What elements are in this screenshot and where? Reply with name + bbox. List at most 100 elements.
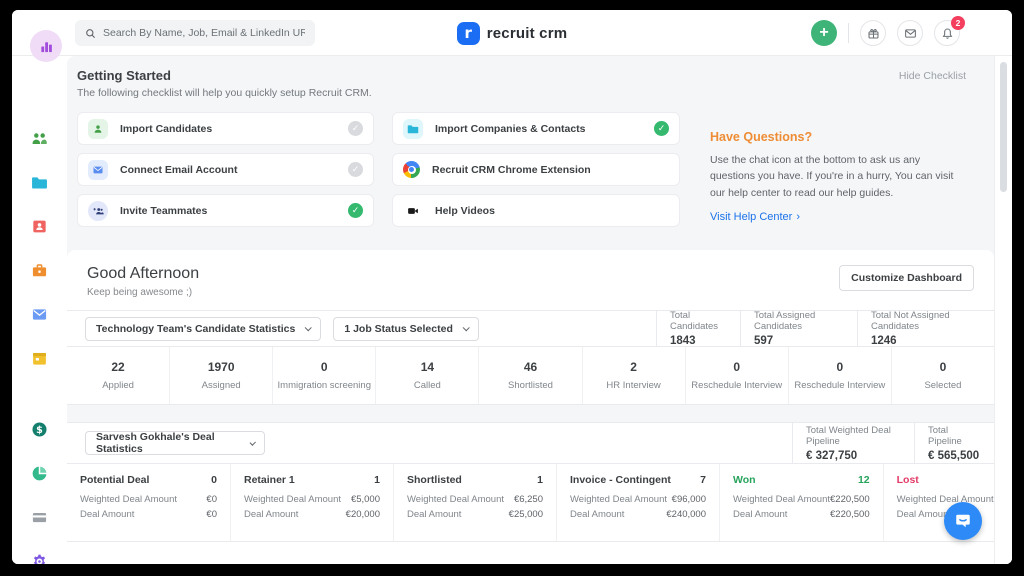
sidebar-item-dashboard[interactable] [30,30,62,62]
checklist-item-help-videos[interactable]: Help Videos [392,194,680,227]
sidebar-item-companies[interactable] [31,174,48,191]
have-questions-title: Have Questions? [710,130,966,144]
stage-tile-hr-interview[interactable]: 2HR Interview [582,347,685,404]
stage-tile-called[interactable]: 14Called [375,347,478,404]
checklist-item-import-companies[interactable]: Import Companies & Contacts ✓ [392,112,680,145]
chat-bubble-icon [954,512,972,530]
notification-badge: 2 [951,16,965,30]
dropdown-label: Sarvesh Gokhale's Deal Statistics [96,431,240,455]
video-camera-icon [407,205,419,217]
deal-card-retainer[interactable]: Retainer 11 Weighted Deal Amount€5,000 D… [230,464,393,541]
checklist-item-connect-email[interactable]: Connect Email Account ✓ [77,153,374,186]
pie-chart-icon [31,465,48,482]
total-not-assigned-candidates-cell: Total Not Assigned Candidates 1246 [857,311,994,346]
greeting-subtext: Keep being awesome ;) [87,287,199,298]
hide-checklist-link[interactable]: Hide Checklist [899,68,994,99]
chevron-down-icon [463,324,470,331]
calendar-icon [31,350,48,367]
sidebar-item-candidates[interactable] [31,130,48,147]
sidebar-item-emails[interactable] [31,306,48,323]
candidate-stats-filter-dropdown[interactable]: Technology Team's Candidate Statistics [85,317,321,341]
checklist-item-label: Recruit CRM Chrome Extension [432,164,591,176]
total-pipeline-cell: Total Pipeline € 565,500 [914,423,994,463]
getting-started-title: Getting Started [77,68,899,83]
total-weighted-pipeline-cell: Total Weighted Deal Pipeline € 327,750 [792,423,914,463]
rewards-button[interactable] [860,20,886,46]
notifications-button[interactable]: 2 [934,20,960,46]
greeting-title: Good Afternoon [87,265,199,283]
have-questions-body: Use the chat icon at the bottom to ask u… [710,152,966,201]
deal-card-shortlisted[interactable]: Shortlisted1 Weighted Deal Amount€6,250 … [393,464,556,541]
sidebar-item-contacts[interactable] [31,218,48,235]
bar-chart-icon [39,39,54,54]
chat-widget-button[interactable] [944,502,982,540]
checklist-item-chrome-extension[interactable]: Recruit CRM Chrome Extension [392,153,680,186]
dashboard-sheet: Good Afternoon Keep being awesome ;) Cus… [67,250,994,564]
mail-icon [92,164,104,176]
stage-tile-reschedule-interview-2[interactable]: 0Reschedule Interview [788,347,891,404]
left-sidebar: $ [12,56,67,564]
deal-cards-row: Potential Deal0 Weighted Deal Amount€0 D… [67,464,994,541]
sidebar-item-settings[interactable] [31,553,48,564]
stage-tile-applied[interactable]: 22Applied [67,347,169,404]
checklist-item-invite-teammates[interactable]: Invite Teammates ✓ [77,194,374,227]
checklist-item-label: Import Candidates [120,123,212,135]
deal-card-won[interactable]: Won12 Weighted Deal Amount€220,500 Deal … [719,464,883,541]
people-icon [31,130,48,147]
chevron-down-icon [249,439,256,446]
section-gap [67,405,994,422]
folder-icon [31,174,48,191]
person-icon [92,123,104,135]
scrollbar-track[interactable] [994,56,1012,564]
bell-icon [941,27,954,40]
stage-tile-selected[interactable]: 0Selected [891,347,994,404]
dropdown-label: Technology Team's Candidate Statistics [96,323,295,335]
have-questions-panel: Have Questions? Use the chat icon at the… [680,112,994,235]
envelope-icon [31,306,48,323]
scrollbar-thumb[interactable] [1000,62,1007,192]
add-people-icon [92,205,104,217]
main-content: Getting Started The following checklist … [67,56,1012,564]
sidebar-item-jobs[interactable] [31,262,48,279]
deal-card-invoice-contingent[interactable]: Invoice - Contingent7 Weighted Deal Amou… [556,464,719,541]
deal-stats-filter-dropdown[interactable]: Sarvesh Gokhale's Deal Statistics [85,431,265,455]
check-circle-icon: ✓ [348,162,363,177]
deal-card-potential[interactable]: Potential Deal0 Weighted Deal Amount€0 D… [67,464,230,541]
total-assigned-candidates-cell: Total Assigned Candidates 597 [740,311,857,346]
checklist-item-label: Invite Teammates [120,205,207,217]
check-circle-icon: ✓ [654,121,669,136]
global-search[interactable] [75,20,315,46]
checklist-item-import-candidates[interactable]: Import Candidates ✓ [77,112,374,145]
gift-icon [867,27,880,40]
app-window: r recruit crm + 2 [12,10,1012,564]
stage-tile-assigned[interactable]: 1970Assigned [169,347,272,404]
stage-tile-reschedule-interview[interactable]: 0Reschedule Interview [685,347,788,404]
stage-tile-immigration-screening[interactable]: 0Immigration screening [272,347,375,404]
folder-icon [407,123,419,135]
recruit-crm-logo-icon: r [457,22,480,45]
briefcase-icon [31,262,48,279]
sidebar-item-reports[interactable] [31,465,48,482]
checklist-item-label: Help Videos [435,205,495,217]
sidebar-item-billing[interactable] [31,509,48,526]
visit-help-center-link[interactable]: Visit Help Center › [710,211,966,223]
getting-started-section: Getting Started The following checklist … [67,56,994,235]
checklist-item-label: Import Companies & Contacts [435,123,586,135]
topbar-divider [848,23,849,43]
sidebar-item-calendar[interactable] [31,350,48,367]
quick-add-button[interactable]: + [811,20,837,46]
gear-icon [31,553,48,564]
credit-card-icon [31,509,48,526]
customize-dashboard-button[interactable]: Customize Dashboard [839,265,974,291]
getting-started-subtitle: The following checklist will help you qu… [77,87,899,99]
chrome-icon [403,161,420,178]
candidate-statistics-panel: Technology Team's Candidate Statistics 1… [67,310,994,405]
sidebar-item-deals[interactable]: $ [31,421,48,438]
svg-text:$: $ [36,425,43,436]
job-status-filter-dropdown[interactable]: 1 Job Status Selected [333,317,479,341]
search-input[interactable] [103,27,305,39]
dollar-circle-icon: $ [31,421,48,438]
stage-tile-shortlisted[interactable]: 46Shortlisted [478,347,581,404]
mail-icon [904,27,917,40]
email-inbox-button[interactable] [897,20,923,46]
